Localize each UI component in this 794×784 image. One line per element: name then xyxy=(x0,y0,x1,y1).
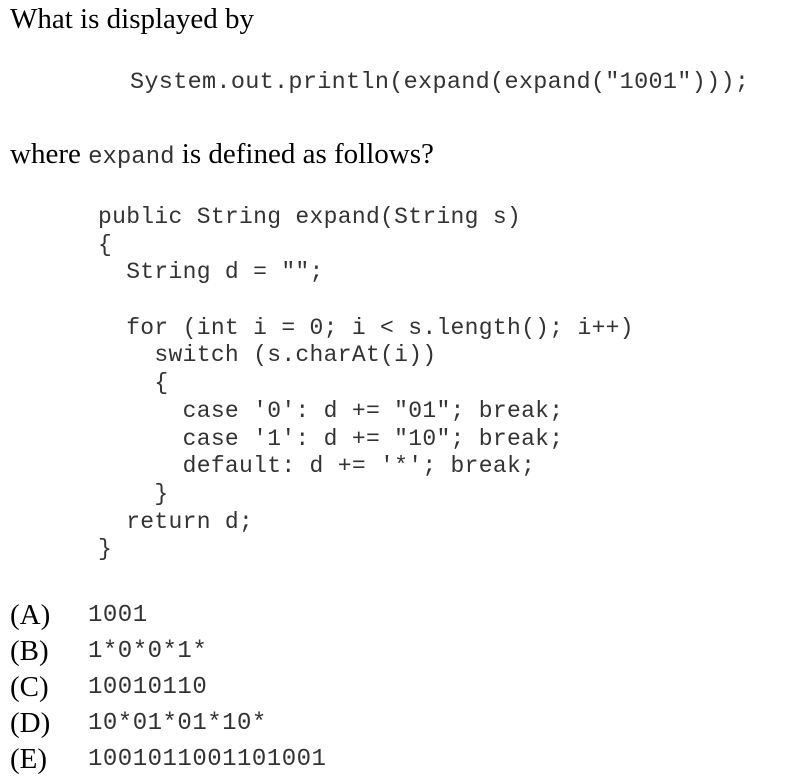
choice-label: (C) xyxy=(10,670,49,703)
choice-label: (E) xyxy=(10,742,48,775)
question-line-2-prefix: where xyxy=(10,138,89,170)
code-line: { xyxy=(98,370,169,397)
choice-value: 1001 xyxy=(88,601,148,629)
choice-value: 1*0*0*1* xyxy=(88,637,208,665)
choice-e: (E) 1001011001101001 xyxy=(10,741,326,777)
choice-value: 10010110 xyxy=(88,673,208,701)
code-line: case '0': d += "01"; break; xyxy=(98,397,564,424)
code-line: for (int i = 0; i < s.length(); i++) xyxy=(98,314,634,341)
choice-a: (A) 1001 xyxy=(10,597,326,633)
code-line: } xyxy=(98,480,169,507)
choice-d: (D) 10*01*01*10* xyxy=(10,705,326,741)
choice-b: (B) 1*0*0*1* xyxy=(10,633,326,669)
code-line: case '1': d += "10"; break; xyxy=(98,425,564,452)
choice-value: 1001011001101001 xyxy=(88,745,327,773)
choice-label: (B) xyxy=(10,634,49,667)
choice-value: 10*01*01*10* xyxy=(88,709,267,737)
question-line-1: What is displayed by xyxy=(10,3,255,35)
choice-label: (D) xyxy=(10,706,51,739)
code-line: } xyxy=(98,536,113,563)
code-block: public String expand(String s){ String d… xyxy=(98,204,634,564)
code-line: default: d += '*'; break; xyxy=(98,453,536,480)
code-line: { xyxy=(98,231,113,258)
code-line: String d = ""; xyxy=(98,259,324,286)
code-line: return d; xyxy=(98,508,254,535)
question-line-2-suffix: is defined as follows? xyxy=(174,138,434,170)
code-line: public String expand(String s) xyxy=(98,204,522,230)
print-statement: System.out.println(expand(expand("1001")… xyxy=(130,69,750,96)
answer-choices: (A) 1001 (B) 1*0*0*1* (C) 10010110 (D) 1… xyxy=(10,597,326,777)
choice-c: (C) 10010110 xyxy=(10,669,326,705)
question-line-2: where expand is defined as follows? xyxy=(10,137,434,175)
inline-code-expand: expand xyxy=(88,144,175,171)
choice-label: (A) xyxy=(10,598,51,631)
code-line: switch (s.charAt(i)) xyxy=(98,342,437,369)
